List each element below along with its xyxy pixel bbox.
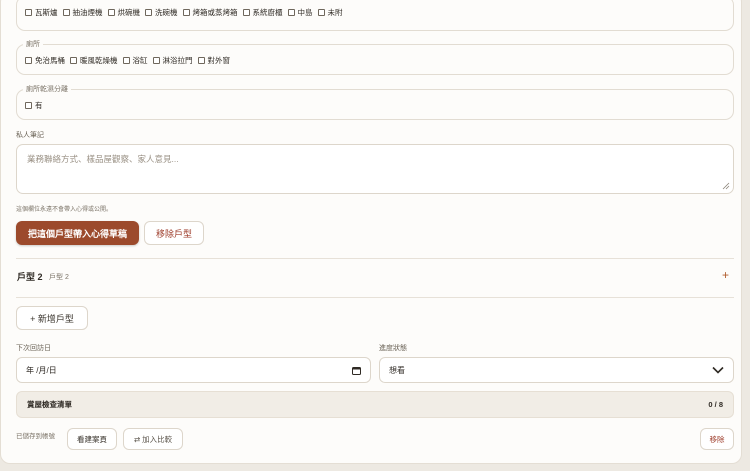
notes-label: 私人筆記 — [16, 132, 44, 139]
drywet-group: 廁所乾濕分離 有 — [16, 84, 734, 120]
drywet-options: 有 — [25, 100, 725, 111]
drywet-option-label: 有 — [35, 101, 43, 110]
expand-plus-icon[interactable]: + — [722, 268, 729, 282]
checkbox[interactable] — [25, 57, 32, 64]
checkbox[interactable] — [197, 57, 205, 64]
checkbox[interactable] — [287, 9, 295, 16]
divider-bottom — [16, 297, 734, 298]
checkbox[interactable] — [122, 57, 130, 64]
kitchen-option-label: 系統廚櫃 — [252, 8, 283, 17]
checkbox[interactable] — [317, 9, 325, 16]
revisit-label: 下次回訪日 — [16, 345, 51, 352]
checklist-title: 賞屋檢查清單 — [27, 400, 72, 409]
bathroom-option[interactable]: 淋浴拉門 — [152, 55, 193, 66]
calendar-icon[interactable] — [352, 366, 361, 375]
bathroom-option[interactable]: 浴缸 — [122, 55, 148, 66]
kitchen-options: 瓦斯爐 抽油煙機 烘碗機 洗碗機 烤箱或蒸烤箱 系統廚櫃 中島 未附 — [25, 7, 725, 18]
kitchen-option[interactable]: 未附 — [317, 7, 343, 18]
kitchen-option-label: 中島 — [297, 8, 313, 17]
checkbox[interactable] — [242, 9, 250, 16]
view-project-page-button[interactable]: 看建案頁 — [67, 428, 117, 450]
checkbox[interactable] — [25, 102, 32, 109]
progress-select-value: 想看 — [389, 365, 405, 375]
kitchen-option[interactable]: 烤箱或蒸烤箱 — [182, 7, 238, 18]
checkbox[interactable] — [145, 9, 152, 16]
checkbox[interactable] — [152, 57, 160, 64]
kitchen-option-label: 烤箱或蒸烤箱 — [192, 8, 238, 17]
revisit-date-value: 年 /月/日 — [26, 365, 57, 375]
divider-top — [16, 258, 734, 259]
checkbox[interactable] — [107, 9, 115, 16]
progress-select[interactable]: 想看 — [379, 357, 734, 383]
kitchen-option-label: 瓦斯爐 — [35, 8, 58, 17]
chevron-down-icon — [712, 366, 724, 374]
checkbox[interactable] — [70, 57, 77, 64]
remove-project-button[interactable]: 移除 — [700, 428, 734, 450]
bathroom-option[interactable]: 免治馬桶 — [25, 55, 65, 66]
kitchen-option[interactable]: 中島 — [287, 7, 313, 18]
drywet-legend: 廁所乾濕分離 — [26, 86, 68, 93]
notes-textarea[interactable]: 業務聯絡方式、樣品屋觀察、家人意見... — [16, 144, 734, 194]
kitchen-option[interactable]: 抽油煙機 — [62, 7, 103, 18]
add-unit-type-button[interactable]: + 新增戶型 — [16, 306, 88, 330]
unit-type-title[interactable]: 戶型 2 — [17, 270, 43, 283]
kitchen-option[interactable]: 瓦斯爐 — [25, 7, 58, 18]
checkbox[interactable] — [25, 9, 32, 16]
bathroom-option[interactable]: 暖風乾燥機 — [70, 55, 118, 66]
bathroom-option[interactable]: 對外窗 — [197, 55, 231, 66]
kitchen-option[interactable]: 烘碗機 — [107, 7, 141, 18]
bathroom-option-label: 免治馬桶 — [35, 56, 65, 65]
bathroom-option-label: 暖風乾燥機 — [80, 56, 118, 65]
bathroom-option-label: 對外窗 — [207, 56, 231, 65]
add-to-compare-button[interactable]: ⇄ 加入比較 — [123, 428, 183, 450]
notes-hint: 這個欄位永遠不會帶入心得或公開。 — [16, 207, 113, 213]
checkbox[interactable] — [62, 9, 70, 16]
house-checklist-toggle[interactable]: 賞屋檢查清單 0 / 8 — [16, 391, 734, 418]
notes-placeholder: 業務聯絡方式、樣品屋觀察、家人意見... — [27, 154, 179, 164]
unit-type-subtitle: 戶型 2 — [49, 274, 69, 281]
checkbox[interactable] — [182, 9, 190, 16]
bathroom-option-label: 浴缸 — [132, 56, 148, 65]
project-card: 廚具 瓦斯爐 抽油煙機 烘碗機 洗碗機 烤箱或蒸烤箱 系統廚櫃 中島 未附 廁所 免治馬桶 暖風… — [0, 0, 742, 464]
remove-type-button[interactable]: 移除戶型 — [144, 221, 204, 245]
revisit-date-input[interactable]: 年 /月/日 — [16, 357, 371, 383]
bring-to-draft-button[interactable]: 把這個戶型帶入心得草稿 — [16, 221, 139, 245]
kitchen-option-label: 未附 — [327, 8, 343, 17]
kitchen-legend: 廚具 — [23, 0, 43, 1]
resize-grip-icon[interactable] — [722, 182, 730, 190]
bathroom-options: 免治馬桶 暖風乾燥機 浴缸 淋浴拉門 對外窗 — [25, 55, 725, 66]
kitchen-option-label: 抽油煙機 — [72, 8, 103, 17]
bathroom-legend: 廁所 — [26, 41, 40, 48]
kitchen-option-label: 烘碗機 — [117, 8, 141, 17]
kitchen-group: 廚具 瓦斯爐 抽油煙機 烘碗機 洗碗機 烤箱或蒸烤箱 系統廚櫃 中島 未附 — [16, 0, 734, 31]
progress-label: 進度狀態 — [379, 345, 407, 352]
kitchen-option[interactable]: 系統廚櫃 — [242, 7, 283, 18]
kitchen-option[interactable]: 洗碗機 — [145, 7, 178, 18]
bathroom-group: 廁所 免治馬桶 暖風乾燥機 浴缸 淋浴拉門 對外窗 — [16, 39, 734, 75]
checklist-count: 0 / 8 — [708, 400, 723, 409]
bathroom-option-label: 淋浴拉門 — [162, 56, 193, 65]
kitchen-option-label: 洗碗機 — [155, 8, 178, 17]
saved-status-label: 已儲存到帳號 — [16, 433, 55, 440]
drywet-option[interactable]: 有 — [25, 100, 43, 111]
